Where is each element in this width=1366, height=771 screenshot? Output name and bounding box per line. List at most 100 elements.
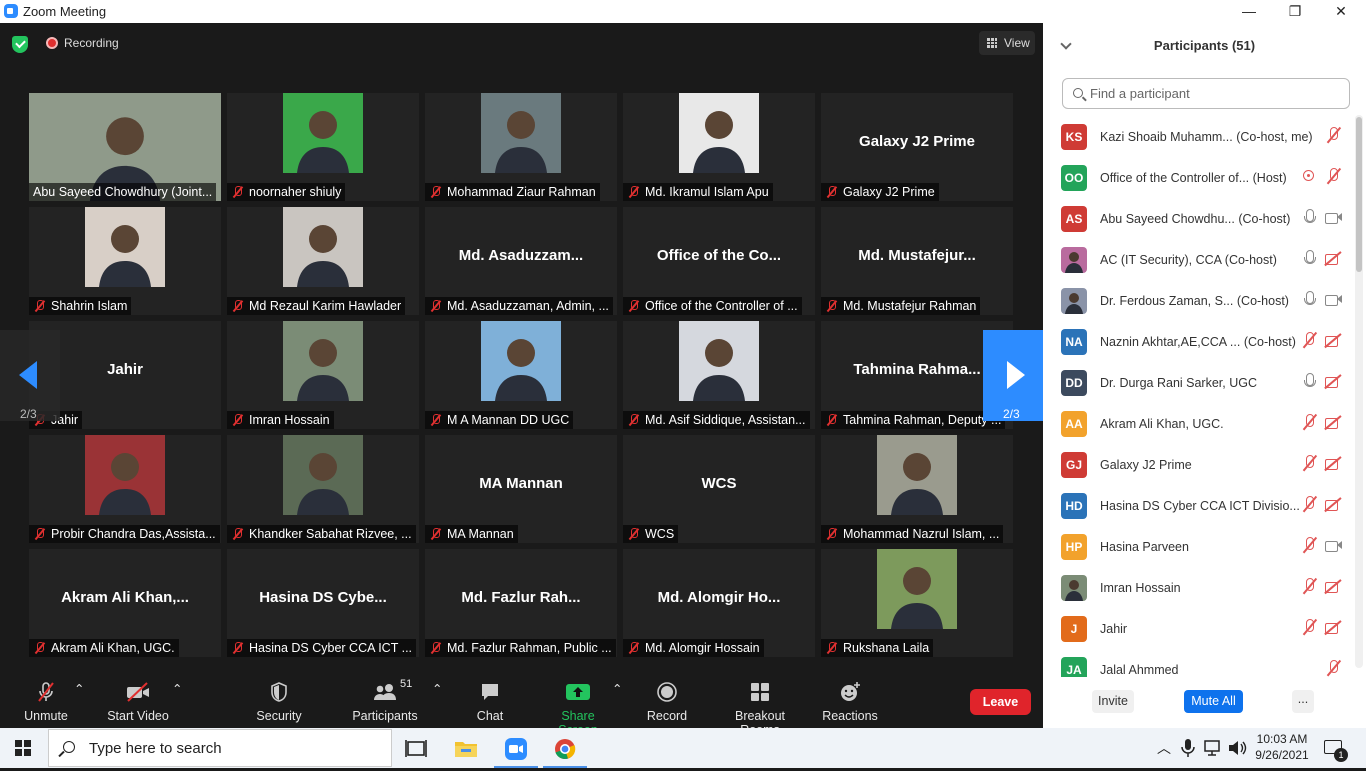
network-icon[interactable] bbox=[1203, 739, 1223, 757]
close-button[interactable]: ✕ bbox=[1318, 1, 1364, 22]
camera-off-icon[interactable] bbox=[1323, 412, 1345, 434]
camera-off-icon[interactable] bbox=[1323, 617, 1345, 639]
restore-button[interactable]: ❐ bbox=[1272, 1, 1318, 22]
video-tile[interactable]: noornaher shiuly bbox=[227, 93, 419, 201]
microphone-muted-icon[interactable] bbox=[1323, 658, 1345, 677]
unmute-button[interactable]: Unmute bbox=[18, 681, 74, 723]
task-view-icon[interactable] bbox=[394, 732, 438, 766]
video-tile[interactable]: MA Mannan MA Mannan bbox=[425, 435, 617, 543]
share-options-caret[interactable]: ⌃ bbox=[612, 681, 622, 696]
video-tile[interactable]: Md. Alomgir Ho... Md. Alomgir Hossain bbox=[623, 549, 815, 657]
microphone-muted-icon[interactable] bbox=[1299, 494, 1321, 516]
chrome-taskbar-app[interactable] bbox=[543, 732, 587, 768]
camera-icon[interactable] bbox=[1323, 535, 1345, 557]
video-tile[interactable]: Shahrin Islam bbox=[29, 207, 221, 315]
video-tile[interactable]: Rukshana Laila bbox=[821, 549, 1013, 657]
participant-row[interactable]: AS Abu Sayeed Chowdhu... (Co-host) bbox=[1043, 199, 1353, 240]
participant-row[interactable]: DD Dr. Durga Rani Sarker, UGC bbox=[1043, 363, 1353, 404]
video-tile[interactable]: M A Mannan DD UGC bbox=[425, 321, 617, 429]
microphone-muted-icon[interactable] bbox=[1323, 166, 1345, 188]
participant-row[interactable]: JA Jalal Ahmmed bbox=[1043, 650, 1353, 677]
video-tile[interactable]: Akram Ali Khan,... Akram Ali Khan, UGC. bbox=[29, 549, 221, 657]
video-tile[interactable]: Imran Hossain bbox=[227, 321, 419, 429]
mute-all-button[interactable]: Mute All bbox=[1184, 690, 1243, 713]
participant-row[interactable]: J Jahir bbox=[1043, 609, 1353, 650]
camera-off-icon[interactable] bbox=[1323, 576, 1345, 598]
video-tile[interactable]: Probir Chandra Das,Assista... bbox=[29, 435, 221, 543]
participant-row[interactable]: HD Hasina DS Cyber CCA ICT Divisio... bbox=[1043, 486, 1353, 527]
video-tile[interactable]: Md. Mustafejur... Md. Mustafejur Rahman bbox=[821, 207, 1013, 315]
microphone-icon[interactable] bbox=[1299, 371, 1321, 393]
camera-icon[interactable] bbox=[1323, 289, 1345, 311]
security-button[interactable]: Security bbox=[254, 681, 304, 723]
microphone-tray-icon[interactable] bbox=[1180, 738, 1196, 758]
video-tile[interactable]: Md Rezaul Karim Hawlader bbox=[227, 207, 419, 315]
video-tile[interactable]: WCS WCS bbox=[623, 435, 815, 543]
video-tile[interactable]: Abu Sayeed Chowdhury (Joint... bbox=[29, 93, 221, 201]
microphone-muted-icon[interactable] bbox=[1299, 617, 1321, 639]
file-explorer-icon[interactable] bbox=[444, 732, 488, 766]
view-button[interactable]: View bbox=[979, 31, 1035, 55]
video-tile[interactable]: Md. Fazlur Rah... Md. Fazlur Rahman, Publ… bbox=[425, 549, 617, 657]
microphone-muted-icon[interactable] bbox=[1299, 453, 1321, 475]
participant-list-scrollbar[interactable] bbox=[1355, 115, 1363, 668]
video-tile[interactable]: Office of the Co... Office of the Control… bbox=[623, 207, 815, 315]
chat-button[interactable]: Chat bbox=[474, 681, 506, 723]
microphone-icon[interactable] bbox=[1299, 207, 1321, 229]
participant-row[interactable]: NA Naznin Akhtar,AE,CCA ... (Co-host) bbox=[1043, 322, 1353, 363]
taskbar-clock[interactable]: 10:03 AM 9/26/2021 bbox=[1252, 731, 1312, 763]
microphone-muted-icon[interactable] bbox=[1299, 412, 1321, 434]
participant-search-input[interactable]: Find a participant bbox=[1062, 78, 1350, 109]
next-page-button[interactable]: 2/3 bbox=[983, 330, 1043, 421]
microphone-muted-icon[interactable] bbox=[1299, 330, 1321, 352]
invite-button[interactable]: Invite bbox=[1092, 690, 1134, 713]
reactions-button[interactable]: Reactions bbox=[822, 681, 878, 723]
participant-row[interactable]: GJ Galaxy J2 Prime bbox=[1043, 445, 1353, 486]
volume-icon[interactable] bbox=[1227, 739, 1247, 757]
camera-off-icon[interactable] bbox=[1323, 371, 1345, 393]
tray-overflow-chevron-icon[interactable]: ︿ bbox=[1157, 738, 1171, 758]
video-tile[interactable]: Galaxy J2 Prime Galaxy J2 Prime bbox=[821, 93, 1013, 201]
security-shield-icon[interactable] bbox=[12, 36, 28, 53]
participant-row[interactable]: Dr. Ferdous Zaman, S... (Co-host) bbox=[1043, 281, 1353, 322]
camera-off-icon[interactable] bbox=[1323, 248, 1345, 270]
minimize-button[interactable]: — bbox=[1226, 1, 1272, 22]
page-indicator: 2/3 bbox=[20, 407, 37, 421]
camera-off-icon[interactable] bbox=[1323, 453, 1345, 475]
video-tile[interactable]: Md. Ikramul Islam Apu bbox=[623, 93, 815, 201]
video-tile[interactable]: Md. Asaduzzam... Md. Asaduzzaman, Admin, … bbox=[425, 207, 617, 315]
video-tile[interactable]: Khandker Sabahat Rizvee, ... bbox=[227, 435, 419, 543]
zoom-taskbar-app[interactable] bbox=[494, 732, 538, 768]
notification-center-icon[interactable]: 1 bbox=[1324, 740, 1348, 762]
microphone-muted-icon[interactable] bbox=[1299, 535, 1321, 557]
scrollbar-thumb[interactable] bbox=[1356, 117, 1362, 272]
microphone-muted-icon[interactable] bbox=[1299, 576, 1321, 598]
record-button[interactable]: Record bbox=[646, 681, 688, 723]
microphone-icon[interactable] bbox=[1299, 248, 1321, 270]
microphone-muted-icon[interactable] bbox=[1323, 125, 1345, 147]
participant-row[interactable]: OO Office of the Controller of... (Host) bbox=[1043, 158, 1353, 199]
windows-start-icon[interactable] bbox=[15, 740, 31, 756]
camera-off-icon[interactable] bbox=[1323, 494, 1345, 516]
previous-page-button[interactable]: 2/3 bbox=[0, 330, 60, 421]
participant-row[interactable]: KS Kazi Shoaib Muhamm... (Co-host, me) bbox=[1043, 117, 1353, 158]
video-options-caret[interactable]: ⌃ bbox=[172, 681, 182, 696]
participant-row[interactable]: AA Akram Ali Khan, UGC. bbox=[1043, 404, 1353, 445]
video-tile[interactable]: Mohammad Nazrul Islam, ... bbox=[821, 435, 1013, 543]
leave-button[interactable]: Leave bbox=[970, 689, 1031, 715]
recording-indicator[interactable]: Recording bbox=[40, 33, 125, 55]
participant-row[interactable]: Imran Hossain bbox=[1043, 568, 1353, 609]
participant-row[interactable]: AC (IT Security), CCA (Co-host) bbox=[1043, 240, 1353, 281]
taskbar-search-input[interactable]: Type here to search bbox=[48, 729, 392, 767]
video-tile[interactable]: Mohammad Ziaur Rahman bbox=[425, 93, 617, 201]
participant-row[interactable]: HP Hasina Parveen bbox=[1043, 527, 1353, 568]
participants-options-caret[interactable]: ⌃ bbox=[432, 681, 442, 696]
camera-off-icon[interactable] bbox=[1323, 330, 1345, 352]
camera-icon[interactable] bbox=[1323, 207, 1345, 229]
more-options-button[interactable]: ... bbox=[1292, 690, 1314, 713]
video-tile[interactable]: Md. Asif Siddique, Assistan... bbox=[623, 321, 815, 429]
microphone-icon[interactable] bbox=[1299, 289, 1321, 311]
video-tile[interactable]: Hasina DS Cybe... Hasina DS Cyber CCA ICT… bbox=[227, 549, 419, 657]
audio-options-caret[interactable]: ⌃ bbox=[74, 681, 84, 696]
start-video-button[interactable]: Start Video bbox=[106, 681, 170, 723]
